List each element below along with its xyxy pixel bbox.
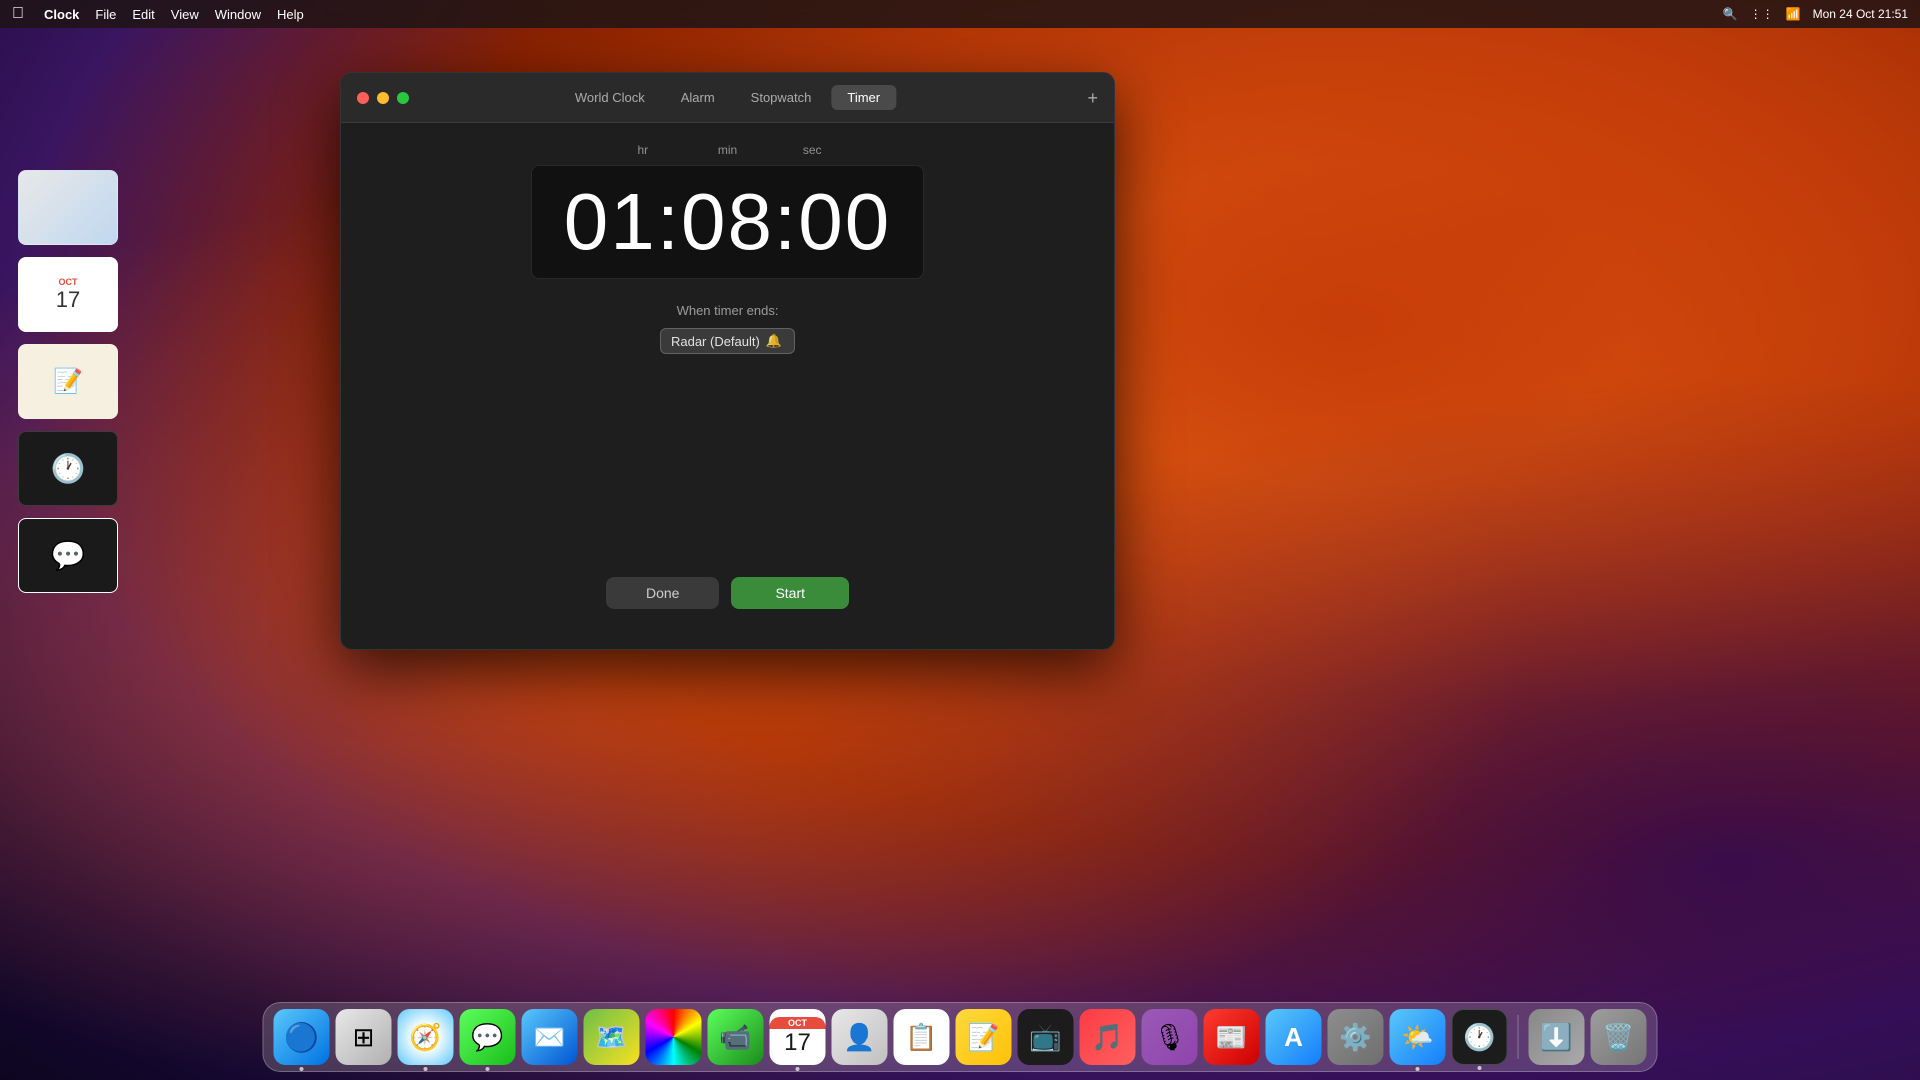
- traffic-lights: [357, 92, 409, 104]
- sound-name: Radar (Default): [671, 334, 760, 349]
- sound-emoji-icon: 🔔: [766, 333, 782, 349]
- timer-content: hr min sec 01:08:00 When timer ends: Rad…: [341, 123, 1114, 649]
- dock-appstore[interactable]: A: [1266, 1009, 1322, 1065]
- dock-facetime[interactable]: 📹: [708, 1009, 764, 1065]
- dock-notes[interactable]: 📝: [956, 1009, 1012, 1065]
- maximize-button[interactable]: [397, 92, 409, 104]
- timer-unit-labels: hr min sec: [573, 143, 883, 157]
- start-button[interactable]: Start: [731, 577, 849, 609]
- timer-buttons: Done Start: [606, 577, 849, 609]
- dock-messages[interactable]: 💬: [460, 1009, 516, 1065]
- menubar-left:  Clock File Edit View Window Help: [12, 5, 304, 23]
- running-indicator: [796, 1067, 800, 1071]
- close-button[interactable]: [357, 92, 369, 104]
- minimize-button[interactable]: [377, 92, 389, 104]
- menubar-view[interactable]: View: [171, 7, 199, 22]
- done-button[interactable]: Done: [606, 577, 719, 609]
- dock-appletv[interactable]: 📺: [1018, 1009, 1074, 1065]
- running-indicator: [1416, 1067, 1420, 1071]
- menubar-search-icon[interactable]: 🔍: [1723, 7, 1738, 21]
- dock-news[interactable]: 📰: [1204, 1009, 1260, 1065]
- menubar-window[interactable]: Window: [215, 7, 261, 22]
- dock-maps[interactable]: 🗺️: [584, 1009, 640, 1065]
- timer-display: 01:08:00: [564, 182, 891, 262]
- running-indicator: [424, 1067, 428, 1071]
- running-indicator: [1478, 1066, 1482, 1070]
- tab-stopwatch[interactable]: Stopwatch: [735, 85, 828, 110]
- thumbnail-messages[interactable]: 💬: [18, 518, 118, 593]
- tab-alarm[interactable]: Alarm: [665, 85, 731, 110]
- thumbnail-notes[interactable]: 📝: [18, 344, 118, 419]
- dock-safari[interactable]: 🧭: [398, 1009, 454, 1065]
- menubar-right: 🔍 ⋮⋮ 📶 Mon 24 Oct 21:51: [1723, 7, 1908, 21]
- running-indicator: [486, 1067, 490, 1071]
- dock-trash[interactable]: 🗑️: [1591, 1009, 1647, 1065]
- thumbnail-calendar[interactable]: OCT 17: [18, 257, 118, 332]
- mission-control-thumbnails: OCT 17 📝 🕐 💬: [18, 170, 118, 593]
- dock-airdrop[interactable]: ⬇️: [1529, 1009, 1585, 1065]
- when-timer-ends-label: When timer ends:: [677, 303, 779, 318]
- dock-reminders[interactable]: 📋: [894, 1009, 950, 1065]
- dock-clock[interactable]: 🕐: [1452, 1009, 1508, 1065]
- window-tabs: World Clock Alarm Stopwatch Timer: [559, 85, 896, 110]
- add-tab-button[interactable]: +: [1087, 89, 1098, 107]
- running-indicator: [300, 1067, 304, 1071]
- dock-calendar[interactable]: OCT 17: [770, 1009, 826, 1065]
- menubar-wifi-icon[interactable]: 📶: [1786, 7, 1801, 21]
- thumbnail-safari[interactable]: [18, 170, 118, 245]
- dock-finder[interactable]: 🔵: [274, 1009, 330, 1065]
- dock-photos[interactable]: [646, 1009, 702, 1065]
- window-titlebar: World Clock Alarm Stopwatch Timer +: [341, 73, 1114, 123]
- hours-label: hr: [601, 143, 686, 157]
- menubar-edit[interactable]: Edit: [132, 7, 154, 22]
- menubar-file[interactable]: File: [95, 7, 116, 22]
- tab-world-clock[interactable]: World Clock: [559, 85, 661, 110]
- menubar-datetime: Mon 24 Oct 21:51: [1813, 7, 1908, 21]
- menubar-controlcenter-icon[interactable]: ⋮⋮: [1750, 7, 1774, 21]
- dock-weather[interactable]: 🌤️: [1390, 1009, 1446, 1065]
- tab-timer[interactable]: Timer: [831, 85, 896, 110]
- menubar-help[interactable]: Help: [277, 7, 304, 22]
- timer-display-box[interactable]: 01:08:00: [531, 165, 924, 279]
- dock-mail[interactable]: ✉️: [522, 1009, 578, 1065]
- sound-selector[interactable]: Radar (Default) 🔔: [660, 328, 795, 354]
- dock: 🔵 ⊞ 🧭 💬 ✉️ 🗺️ 📹 OCT 17 👤: [263, 1002, 1658, 1072]
- menubar:  Clock File Edit View Window Help 🔍 ⋮⋮ …: [0, 0, 1920, 28]
- menubar-app-name[interactable]: Clock: [44, 7, 79, 22]
- clock-window: World Clock Alarm Stopwatch Timer + hr m…: [340, 72, 1115, 650]
- thumbnail-clock[interactable]: 🕐: [18, 431, 118, 506]
- dock-music[interactable]: 🎵: [1080, 1009, 1136, 1065]
- dock-launchpad[interactable]: ⊞: [336, 1009, 392, 1065]
- dock-syspreferences[interactable]: ⚙️: [1328, 1009, 1384, 1065]
- apple-menu[interactable]: : [12, 5, 24, 23]
- dock-podcasts[interactable]: 🎙: [1142, 1009, 1198, 1065]
- minutes-label: min: [685, 143, 770, 157]
- seconds-label: sec: [770, 143, 855, 157]
- dock-divider: [1518, 1015, 1519, 1059]
- dock-contacts[interactable]: 👤: [832, 1009, 888, 1065]
